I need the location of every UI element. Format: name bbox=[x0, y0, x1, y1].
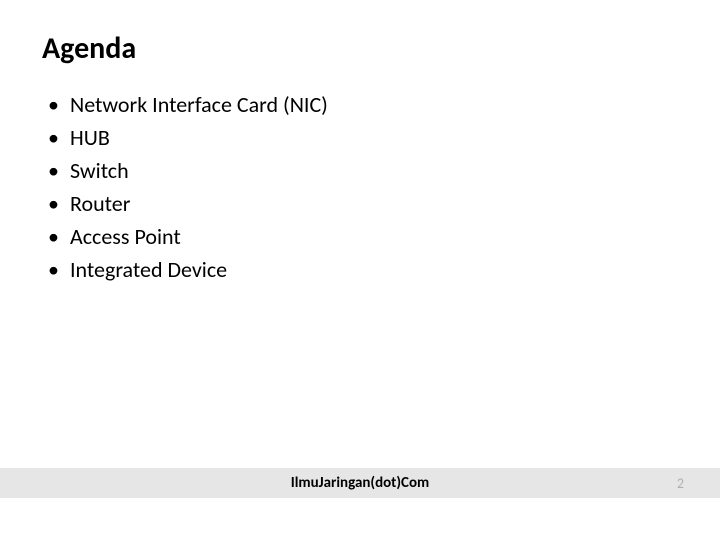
footer-bar: IlmuJaringan(dot)Com bbox=[0, 468, 720, 498]
list-item: Access Point bbox=[42, 220, 328, 253]
bullet-list: Network Interface Card (NIC) HUB Switch … bbox=[42, 88, 328, 286]
list-item: HUB bbox=[42, 121, 328, 154]
list-item: Integrated Device bbox=[42, 253, 328, 286]
page-number: 2 bbox=[677, 475, 684, 492]
list-item: Switch bbox=[42, 154, 328, 187]
slide-title: Agenda bbox=[42, 30, 136, 67]
footer-text: IlmuJaringan(dot)Com bbox=[291, 474, 430, 492]
list-item: Router bbox=[42, 187, 328, 220]
list-item: Network Interface Card (NIC) bbox=[42, 88, 328, 121]
